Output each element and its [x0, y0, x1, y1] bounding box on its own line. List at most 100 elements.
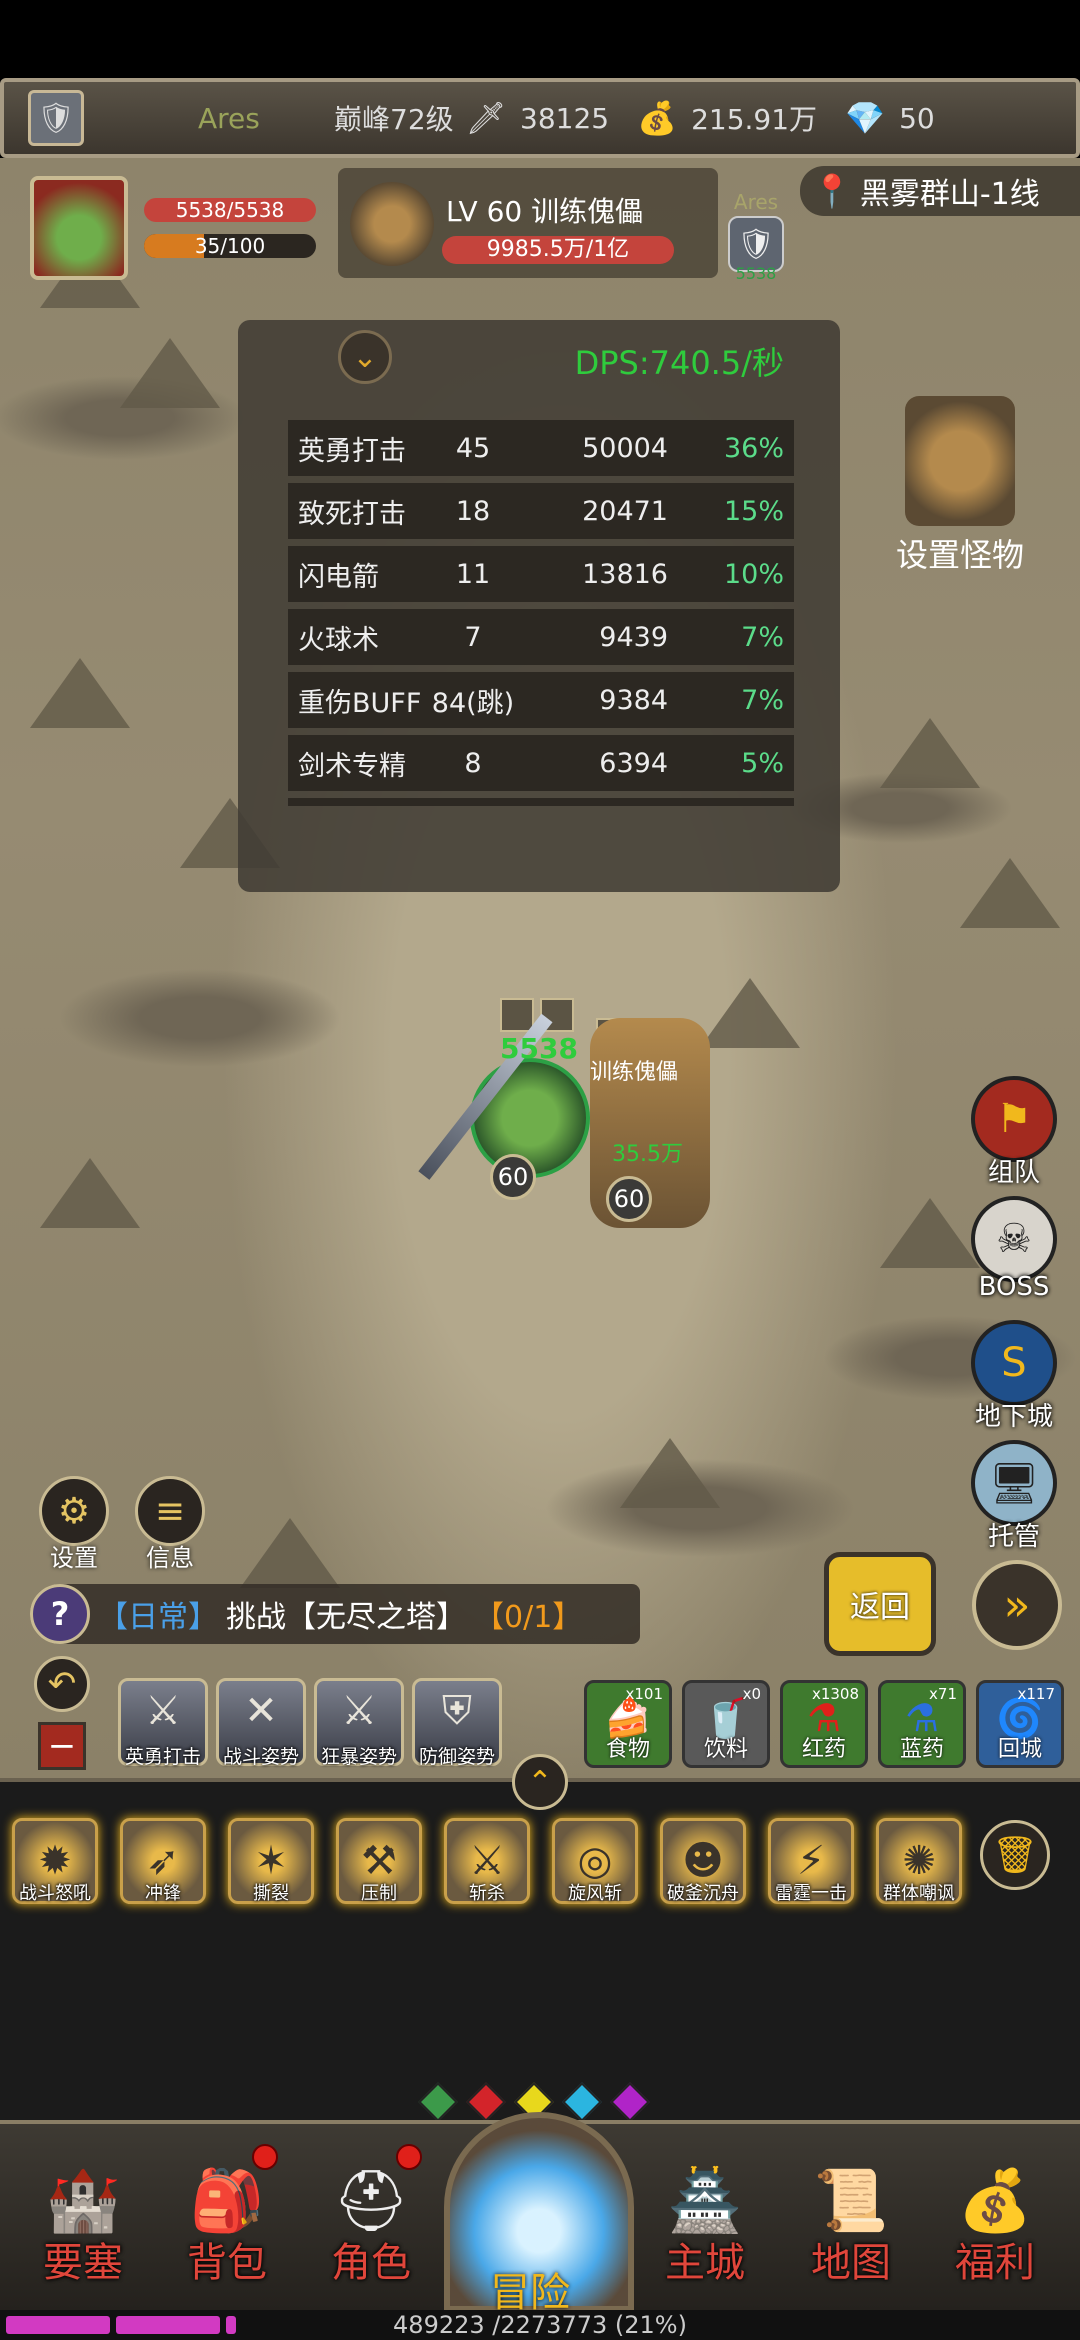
battle-scene: 5538 训练傀儡 35.5万 60 60	[418, 998, 740, 1238]
nav-fortress[interactable]: 🏰 要塞	[18, 2150, 148, 2288]
hero-hp-float: 5538	[500, 1032, 578, 1065]
dps-count: 18	[455, 495, 491, 527]
notification-badge	[252, 2144, 278, 2170]
skill-slot[interactable]: ⚔ 斩杀	[444, 1818, 530, 1904]
player-rank: 巅峰72级	[334, 103, 454, 136]
fast-forward-icon[interactable]: »	[972, 1560, 1062, 1650]
enemy-level: 60	[606, 1176, 652, 1222]
info-button[interactable]: ≡ 信息	[130, 1476, 210, 1573]
location-label[interactable]: 📍 黑雾群山-1线	[800, 166, 1080, 216]
item-label: 蓝药	[899, 1737, 944, 1762]
settings-button[interactable]: ⚙ 设置	[34, 1476, 114, 1573]
nav-welfare[interactable]: 💰 福利	[930, 2150, 1060, 2288]
auto-label: 托管	[987, 1522, 1040, 1552]
skill-slot[interactable]: ⚡ 雷霆一击	[768, 1818, 854, 1904]
dps-row: 重伤BUFF 84(跳) 9384 7%	[288, 672, 794, 728]
sword-power-value: 38125	[520, 101, 610, 135]
set-monster-button[interactable]: 设置怪物	[890, 396, 1030, 576]
auto-button[interactable]: 🖥 托管	[964, 1440, 1064, 1553]
stance-label: 英勇打击	[124, 1746, 201, 1768]
enemy-portrait[interactable]	[350, 182, 434, 266]
skill-slot[interactable]: ✶ 撕裂	[228, 1818, 314, 1904]
quest-text: 挑战【无尽之塔】	[226, 1600, 466, 1635]
target-player-hp: 5538	[735, 264, 777, 283]
stance-slot[interactable]: ⚔ 英勇打击	[118, 1678, 208, 1768]
return-button[interactable]: 返回	[824, 1552, 936, 1656]
dps-damage: 9439	[599, 621, 668, 653]
golem-icon	[905, 396, 1015, 526]
indicator-dot[interactable]	[418, 2082, 458, 2122]
skill-slot[interactable]: ✺ 群体嘲讽	[876, 1818, 962, 1904]
settings-label: 设置	[50, 1544, 98, 1572]
target-player-badge[interactable]: Ares 🛡 5538	[724, 190, 788, 283]
skill-slot[interactable]: ⚒ 压制	[336, 1818, 422, 1904]
skill-slot[interactable]: ✹ 战斗怒吼	[12, 1818, 98, 1904]
dps-count: 11	[455, 558, 491, 590]
indicator-dot[interactable]	[610, 2082, 650, 2122]
dps-damage: 13816	[582, 558, 668, 590]
item-slot-red-potion[interactable]: x1308 ⚗ 红药	[780, 1680, 868, 1768]
notification-badge	[396, 2144, 422, 2170]
dps-percent: 36%	[723, 432, 784, 464]
dps-count: 45	[455, 432, 491, 464]
info-label: 信息	[146, 1544, 194, 1572]
stance-slot[interactable]: ✕ 战斗姿势	[216, 1678, 306, 1768]
skill-slot[interactable]: ➶ 冲锋	[120, 1818, 206, 1904]
dps-row: 英勇打击 45 50004 36%	[288, 420, 794, 476]
defensive-stance-icon: ⛨	[442, 1688, 472, 1734]
stance-slot[interactable]: ⛨ 防御姿势	[412, 1678, 502, 1768]
team-button[interactable]: ⚑ 组队	[964, 1076, 1064, 1189]
boss-button[interactable]: ☠ BOSS	[964, 1196, 1064, 1302]
dps-damage: 6394	[599, 747, 668, 779]
nav-map[interactable]: 📜 地图	[786, 2150, 916, 2288]
nav-label: 要塞	[43, 2240, 123, 2286]
dps-panel: ⌄ DPS:740.5/秒 英勇打击 45 50004 36% 致死打击 18 …	[238, 320, 840, 892]
nav-backpack[interactable]: 🎒 背包	[162, 2144, 292, 2288]
item-slot-food[interactable]: x101 🍰 食物	[584, 1680, 672, 1768]
minus-icon[interactable]: −	[38, 1722, 86, 1770]
skill-slot[interactable]: ☻ 破釜沉舟	[660, 1818, 746, 1904]
diamond-value: 50	[899, 101, 935, 135]
team-label: 组队	[987, 1158, 1040, 1188]
player-mp-text: 35/100	[194, 234, 266, 258]
dps-skill: 重伤BUFF	[298, 687, 422, 719]
player-mp-bar: 35/100	[144, 234, 316, 258]
item-slot-drink[interactable]: x0 🥤 饮料	[682, 1680, 770, 1768]
nav-label: 主城	[665, 2240, 745, 2286]
enemy-name-float: 训练傀儡	[590, 1060, 679, 1085]
diamond-icon[interactable]: 💎	[845, 98, 885, 138]
dps-damage: 9384	[599, 684, 668, 716]
quest-tracker[interactable]: ? 【日常】 挑战【无尽之塔】 【0/1】	[30, 1584, 640, 1644]
player-name: Ares	[198, 101, 260, 135]
stance-slot[interactable]: ⚔ 狂暴姿势	[314, 1678, 404, 1768]
item-count: x0	[742, 1685, 761, 1703]
dps-count: 7	[464, 621, 482, 653]
item-slot-return[interactable]: x117 🌀 回城	[976, 1680, 1064, 1768]
skill-label: 战斗怒吼	[19, 1883, 91, 1904]
item-count: x101	[625, 1685, 663, 1703]
indicator-dot[interactable]	[466, 2082, 506, 2122]
skill-slot[interactable]: ◎ 旋风斩	[552, 1818, 638, 1904]
dps-row-partial	[288, 798, 794, 806]
undo-icon[interactable]: ↶	[34, 1656, 90, 1712]
chevron-up-icon[interactable]: ⌃	[512, 1754, 568, 1810]
gold-add-icon[interactable]: 💰	[637, 98, 677, 138]
nav-main-city[interactable]: 🏯 主城	[640, 2150, 770, 2288]
player-avatar[interactable]	[30, 176, 128, 280]
set-monster-label: 设置怪物	[895, 536, 1024, 574]
exp-text: 489223 /2273773 (21%)	[393, 2311, 687, 2339]
item-label: 食物	[605, 1737, 650, 1762]
hero-sprite[interactable]	[470, 1058, 590, 1178]
item-slot-blue-potion[interactable]: x71 ⚗ 蓝药	[878, 1680, 966, 1768]
quest-tag: 【日常】	[98, 1600, 218, 1635]
dps-count: 84(跳)	[431, 687, 515, 719]
dungeon-portal-icon: S	[971, 1320, 1057, 1406]
trash-icon[interactable]: 🗑	[980, 1820, 1050, 1890]
buff-icon	[500, 998, 534, 1032]
item-count: x1308	[811, 1685, 859, 1703]
collapse-chevron-icon[interactable]: ⌄	[338, 330, 392, 384]
dps-skill: 闪电箭	[298, 561, 379, 593]
nav-character[interactable]: ⛑ 角色	[306, 2144, 436, 2288]
dungeon-button[interactable]: S 地下城	[964, 1320, 1064, 1433]
player-shield-avatar[interactable]: 🛡	[28, 90, 84, 146]
